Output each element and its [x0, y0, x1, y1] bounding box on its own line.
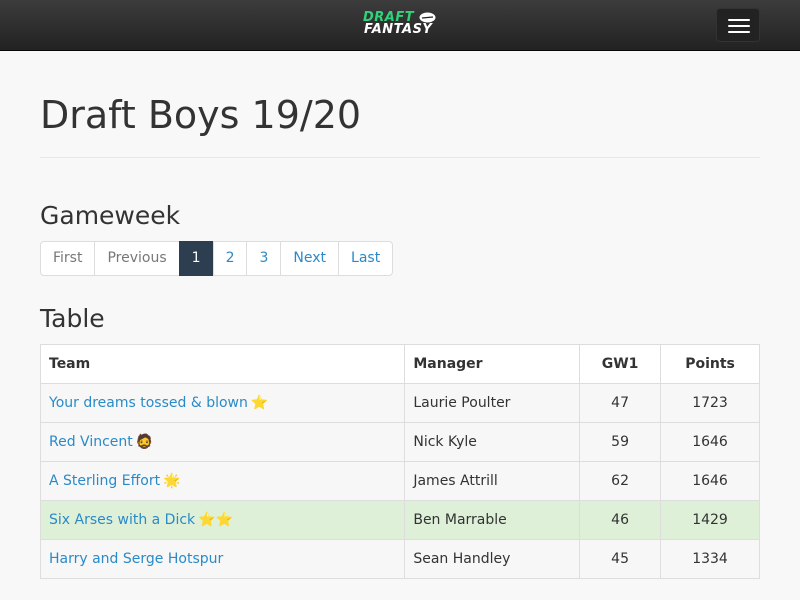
total-points-cell: 1646 [660, 422, 760, 462]
team-link[interactable]: Red Vincent [49, 434, 133, 450]
column-header-team: Team [39, 344, 406, 384]
table-row-highlighted: Six Arses with a Dick ⭐⭐ Ben Marrable 46 … [39, 500, 760, 540]
team-link[interactable]: Your dreams tossed & blown [49, 395, 248, 411]
table-row: Your dreams tossed & blown ⭐ Laurie Poult… [39, 383, 760, 423]
total-points-cell: 1334 [660, 539, 760, 579]
team-cell: Your dreams tossed & blown ⭐ [39, 383, 406, 423]
page-2-link[interactable]: 2 [212, 241, 248, 276]
table-row: Red Vincent 🧔 Nick Kyle 59 1646 [39, 422, 760, 462]
hamburger-icon [728, 19, 750, 21]
gameweek-heading: Gameweek [40, 201, 181, 230]
total-points-cell: 1429 [660, 500, 760, 540]
team-cell: Red Vincent 🧔 [39, 422, 406, 462]
gw-points-cell: 59 [579, 422, 662, 462]
glowing-star-icon: 🌟 [163, 473, 181, 489]
page-first-link[interactable]: First [40, 241, 96, 276]
team-cell: A Sterling Effort 🌟 [39, 461, 406, 501]
team-link[interactable]: Six Arses with a Dick [49, 512, 195, 528]
page-previous-link[interactable]: Previous [94, 241, 180, 276]
column-header-gw1: GW1 [579, 344, 662, 384]
top-navbar: DRAFT FANTASY [0, 0, 800, 51]
total-points-cell: 1723 [660, 383, 760, 423]
brand-logo-line2: FANTASY [364, 22, 433, 37]
table-heading: Table [40, 304, 105, 333]
page-next-link[interactable]: Next [280, 241, 340, 276]
manager-cell: Ben Marrable [404, 500, 581, 540]
football-icon [419, 12, 436, 23]
brand-logo[interactable]: DRAFT FANTASY [363, 11, 437, 39]
page-1-link[interactable]: 1 [178, 241, 214, 276]
total-points-cell: 1646 [660, 461, 760, 501]
team-link[interactable]: A Sterling Effort [49, 473, 160, 489]
gw-points-cell: 45 [579, 539, 662, 579]
divider [40, 157, 760, 158]
star-icon: ⭐⭐ [198, 512, 234, 528]
table-header-row: Team Manager GW1 Points [39, 344, 760, 384]
menu-toggle-button[interactable] [716, 8, 760, 42]
page-3-link[interactable]: 3 [246, 241, 282, 276]
manager-cell: James Attrill [404, 461, 581, 501]
table-row: Harry and Serge Hotspur Sean Handley 45 … [39, 539, 760, 579]
column-header-manager: Manager [404, 344, 581, 384]
league-table: Team Manager GW1 Points Your dreams toss… [39, 344, 760, 579]
team-cell: Harry and Serge Hotspur [39, 539, 406, 579]
manager-cell: Laurie Poulter [404, 383, 581, 423]
team-cell: Six Arses with a Dick ⭐⭐ [39, 500, 406, 540]
gameweek-pagination: First Previous 1 2 3 Next Last [40, 241, 394, 276]
manager-cell: Nick Kyle [404, 422, 581, 462]
team-link[interactable]: Harry and Serge Hotspur [49, 551, 223, 567]
gw-points-cell: 47 [579, 383, 662, 423]
manager-cell: Sean Handley [404, 539, 581, 579]
column-header-points: Points [660, 344, 760, 384]
star-icon: ⭐ [250, 395, 269, 411]
page-title: Draft Boys 19/20 [40, 93, 362, 137]
gw-points-cell: 62 [579, 461, 662, 501]
gw-points-cell: 46 [579, 500, 662, 540]
table-row: A Sterling Effort 🌟 James Attrill 62 1646 [39, 461, 760, 501]
page-last-link[interactable]: Last [338, 241, 394, 276]
bearded-face-icon: 🧔 [135, 434, 154, 450]
